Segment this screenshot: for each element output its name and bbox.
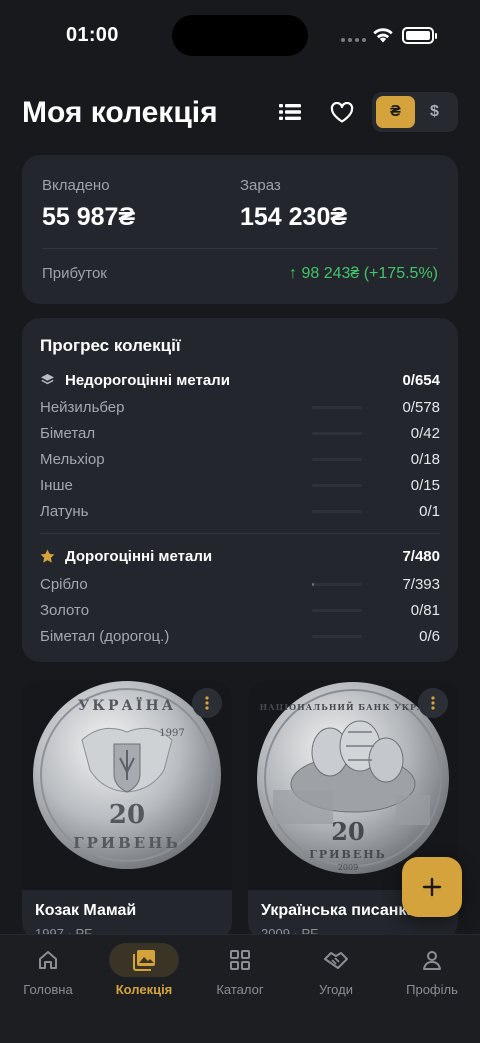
- coin-denomination: 20: [331, 817, 364, 846]
- progress-row-cupronickel[interactable]: Мельхіор 0/18: [40, 448, 440, 470]
- row-label: Інше: [40, 476, 73, 494]
- group-precious-metals[interactable]: Дорогоцінні метали 7/480: [40, 545, 440, 567]
- group-label: Недорогоцінні метали: [65, 371, 230, 389]
- divider: [40, 533, 440, 534]
- progress-row-bimetal[interactable]: Біметал 0/42: [40, 422, 440, 444]
- status-time: 01:00: [66, 24, 119, 46]
- row-count: 0/42: [410, 424, 440, 442]
- add-coin-button[interactable]: [402, 857, 462, 917]
- invested-value: 55 987₴: [42, 203, 136, 231]
- tab-label: Колекція: [115, 982, 173, 997]
- currency-uah-button[interactable]: ₴: [376, 96, 415, 128]
- progress-bar: [312, 483, 362, 487]
- current-label: Зараз: [240, 177, 281, 194]
- wifi-icon: [373, 28, 393, 43]
- tab-label: Каталог: [216, 982, 264, 997]
- row-count: 0/81: [410, 601, 440, 619]
- divider: [42, 248, 438, 249]
- group-count: 0/654: [402, 371, 440, 389]
- tab-label: Головна: [23, 982, 73, 997]
- progress-row-silver[interactable]: Срібло 7/393: [40, 573, 440, 595]
- battery-icon: [402, 27, 437, 44]
- tab-home[interactable]: Головна: [8, 943, 88, 997]
- currency-usd-button[interactable]: $: [415, 96, 454, 128]
- kebab-icon: [205, 696, 209, 710]
- dynamic-island: [172, 15, 308, 56]
- progress-row-gold[interactable]: Золото 0/81: [40, 599, 440, 621]
- tab-label: Угоди: [319, 982, 353, 997]
- layers-icon: [41, 374, 54, 385]
- favorites-button[interactable]: [325, 96, 359, 128]
- profile-icon: [423, 951, 441, 970]
- star-icon: [40, 549, 55, 563]
- progress-row-other[interactable]: Інше 0/15: [40, 474, 440, 496]
- coin-legend: УКРАЇНА: [78, 695, 176, 714]
- currency-toggle[interactable]: ₴ $: [372, 92, 458, 132]
- row-count: 0/15: [410, 476, 440, 494]
- group-base-metals[interactable]: Недорогоцінні метали 0/654: [40, 369, 440, 391]
- tab-label: Профіль: [406, 982, 458, 997]
- row-label: Срібло: [40, 575, 88, 593]
- progress-bar: [312, 431, 362, 435]
- current-value: 154 230₴: [240, 203, 348, 231]
- grid-icon: [230, 950, 250, 970]
- row-count: 0/1: [419, 502, 440, 520]
- progress-bar: [312, 608, 362, 612]
- row-count: 0/18: [410, 450, 440, 468]
- page-title: Моя колекція: [22, 96, 218, 129]
- progress-row-nickel-silver[interactable]: Нейзильбер 0/578: [40, 396, 440, 418]
- plus-icon: [422, 877, 442, 897]
- profit-label: Прибуток: [42, 265, 107, 282]
- tab-profile[interactable]: Профіль: [392, 943, 472, 997]
- progress-row-brass[interactable]: Латунь 0/1: [40, 500, 440, 522]
- group-label: Дорогоцінні метали: [65, 547, 213, 565]
- bottom-tab-bar: Головна Колекція Каталог Угоди Профіль: [0, 934, 480, 1043]
- list-icon: [279, 104, 301, 120]
- home-icon: [39, 951, 57, 969]
- coin-name: Козак Мамай: [35, 902, 137, 919]
- collection-icon: [133, 950, 155, 971]
- coin-word: ГРИВЕНЬ: [309, 848, 386, 861]
- progress-bar: [312, 582, 362, 586]
- progress-bar: [312, 405, 362, 409]
- coin-denomination: 20: [109, 800, 145, 830]
- row-label: Біметал (дорогоц.): [40, 627, 170, 645]
- list-view-button[interactable]: [273, 96, 307, 128]
- row-count: 7/393: [402, 575, 440, 593]
- status-bar: 01:00: [0, 0, 480, 72]
- coin-card[interactable]: 20 ГРИВЕНЬ УКРАЇНА 1997 Козак Мамай 1997…: [22, 680, 232, 940]
- coin-year: 1997: [159, 728, 184, 739]
- progress-bar: [312, 457, 362, 461]
- row-label: Золото: [40, 601, 90, 619]
- more-options-button[interactable]: [192, 688, 222, 718]
- group-count: 7/480: [402, 547, 440, 565]
- progress-row-precious-bimetal[interactable]: Біметал (дорогоц.) 0/6: [40, 625, 440, 647]
- row-label: Біметал: [40, 424, 96, 442]
- signal-icon: [341, 38, 366, 42]
- tab-collection[interactable]: Колекція: [104, 943, 184, 997]
- summary-card: Вкладено 55 987₴ Зараз 154 230₴ Прибуток…: [22, 155, 458, 304]
- collection-progress-card: Прогрес колекції Недорогоцінні метали 0/…: [22, 318, 458, 662]
- tab-catalog[interactable]: Каталог: [200, 943, 280, 997]
- row-count: 0/6: [419, 627, 440, 645]
- coin-year: 2009: [338, 863, 358, 872]
- row-label: Латунь: [40, 502, 89, 520]
- more-options-button[interactable]: [418, 688, 448, 718]
- progress-bar: [312, 634, 362, 638]
- row-label: Мельхіор: [40, 450, 105, 468]
- heart-icon: [330, 101, 354, 123]
- handshake-icon: [324, 952, 348, 969]
- kebab-icon: [431, 696, 435, 710]
- row-count: 0/578: [402, 398, 440, 416]
- coin-name: Українська писанка: [261, 902, 416, 919]
- coin-word: ГРИВЕНЬ: [73, 834, 180, 852]
- tab-deals[interactable]: Угоди: [296, 943, 376, 997]
- row-label: Нейзильбер: [40, 398, 125, 416]
- progress-bar: [312, 509, 362, 513]
- progress-title: Прогрес колекції: [40, 336, 181, 355]
- invested-label: Вкладено: [42, 177, 110, 194]
- profit-value: ↑ 98 243₴ (+175.5%): [289, 265, 438, 282]
